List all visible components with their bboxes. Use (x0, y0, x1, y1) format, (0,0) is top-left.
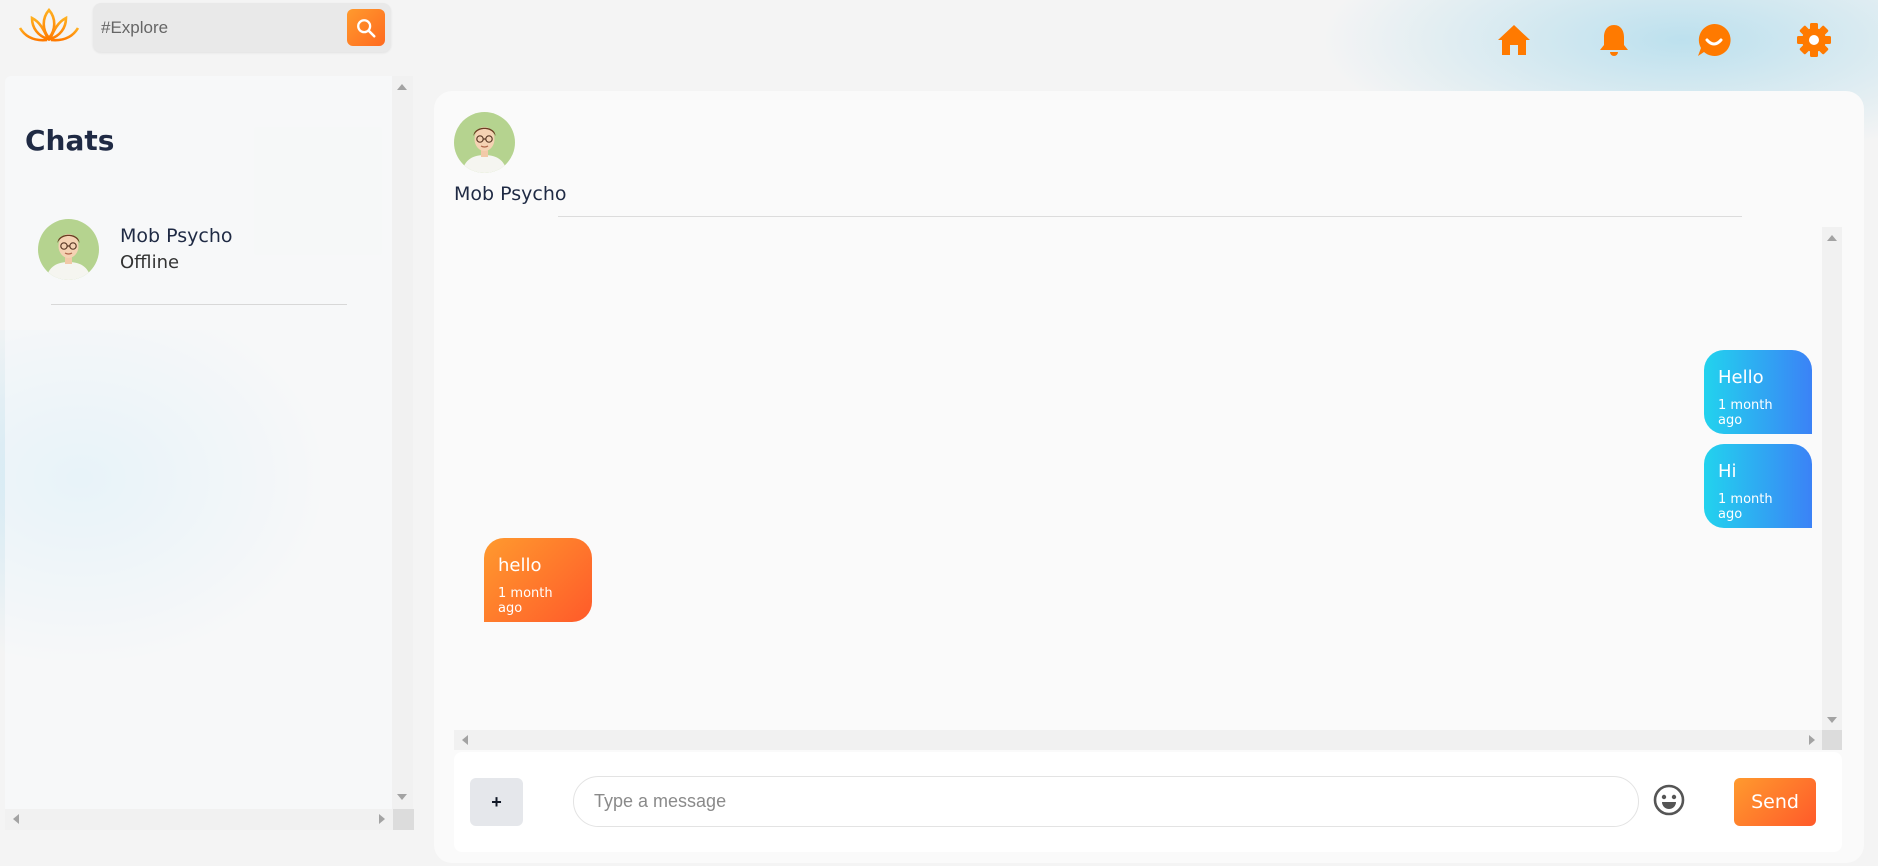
gear-icon[interactable] (1794, 20, 1834, 60)
message-time: 1 month ago (1718, 398, 1773, 428)
message-text: Hi (1718, 461, 1737, 482)
search-box (93, 3, 391, 52)
header-divider (558, 216, 1742, 217)
search-input[interactable] (99, 11, 339, 45)
scroll-left-arrow[interactable] (13, 814, 19, 824)
chats-sidebar: Chats Mob Psycho Offline (5, 76, 393, 809)
scroll-left-arrow[interactable] (462, 735, 468, 745)
chat-contact-name: Mob Psycho (120, 225, 233, 247)
search-icon (357, 18, 376, 38)
scroll-down-arrow[interactable] (397, 794, 407, 800)
message-bubble-sent: Hi 1 month ago (1704, 444, 1812, 528)
attach-button[interactable]: + (470, 778, 523, 826)
chats-title: Chats (25, 124, 115, 157)
message-bubble-sent: Hello 1 month ago (1704, 350, 1812, 434)
conversation-panel: Mob Psycho Hello 1 month ago Hi 1 month … (434, 91, 1864, 863)
emoji-icon[interactable] (1652, 783, 1686, 817)
message-input[interactable] (573, 776, 1639, 827)
message-time: 1 month ago (498, 586, 553, 616)
scroll-up-arrow[interactable] (397, 84, 407, 90)
message-list: Hello 1 month ago Hi 1 month ago hello 1… (454, 227, 1822, 710)
scroll-down-arrow[interactable] (1827, 717, 1837, 723)
message-text: Hello (1718, 367, 1764, 388)
scroll-right-arrow[interactable] (1809, 735, 1815, 745)
messages-vertical-scrollbar[interactable] (1822, 227, 1842, 730)
scrollbar-corner (393, 809, 414, 830)
message-bubble-received: hello 1 month ago (484, 538, 592, 622)
conversation-contact-name: Mob Psycho (454, 183, 567, 205)
chat-contact-status: Offline (120, 252, 180, 273)
home-icon[interactable] (1494, 20, 1534, 60)
chat-divider (51, 304, 347, 305)
sidebar-horizontal-scrollbar[interactable] (5, 809, 393, 830)
send-button[interactable]: Send (1734, 778, 1816, 826)
messages-horizontal-scrollbar[interactable] (454, 730, 1822, 750)
sidebar-vertical-scrollbar[interactable] (392, 76, 413, 809)
message-time: 1 month ago (1718, 492, 1773, 522)
message-composer: + Send (454, 752, 1842, 852)
scrollbar-corner (1822, 730, 1842, 750)
search-button[interactable] (347, 9, 385, 46)
chat-icon[interactable] (1694, 20, 1734, 60)
message-text: hello (498, 555, 542, 576)
avatar (38, 219, 99, 280)
scroll-right-arrow[interactable] (379, 814, 385, 824)
contact-avatar (454, 112, 515, 173)
lotus-logo[interactable] (18, 6, 80, 46)
chat-list-item[interactable]: Mob Psycho Offline (38, 219, 353, 304)
scroll-up-arrow[interactable] (1827, 235, 1837, 241)
bell-icon[interactable] (1594, 20, 1634, 60)
